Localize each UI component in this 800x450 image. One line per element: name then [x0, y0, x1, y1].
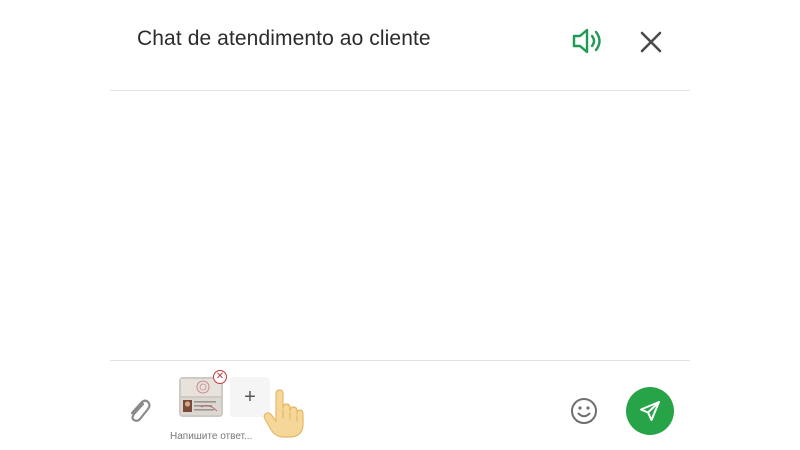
messages-area: [110, 91, 690, 360]
chat-title: Chat de atendimento ao cliente: [137, 27, 431, 50]
smiley-icon: [571, 398, 597, 424]
chat-widget: Chat de atendimento ao cliente ✕ + Напиш…: [0, 0, 800, 450]
paper-plane-icon: [640, 401, 660, 421]
paperclip-icon: [130, 399, 151, 422]
attach-file-button[interactable]: [124, 396, 154, 426]
composer-divider: [110, 360, 690, 361]
close-icon: [640, 31, 662, 53]
send-button[interactable]: [626, 387, 674, 435]
speaker-volume-icon: [572, 28, 601, 54]
plus-icon: +: [244, 386, 256, 408]
emoji-button[interactable]: [568, 395, 600, 427]
close-button[interactable]: [636, 27, 666, 57]
sound-toggle-button[interactable]: [570, 26, 606, 56]
hand-pointer-icon: [263, 389, 304, 438]
remove-attachment-button[interactable]: ✕: [213, 370, 227, 384]
remove-x-icon: ✕: [215, 371, 225, 382]
